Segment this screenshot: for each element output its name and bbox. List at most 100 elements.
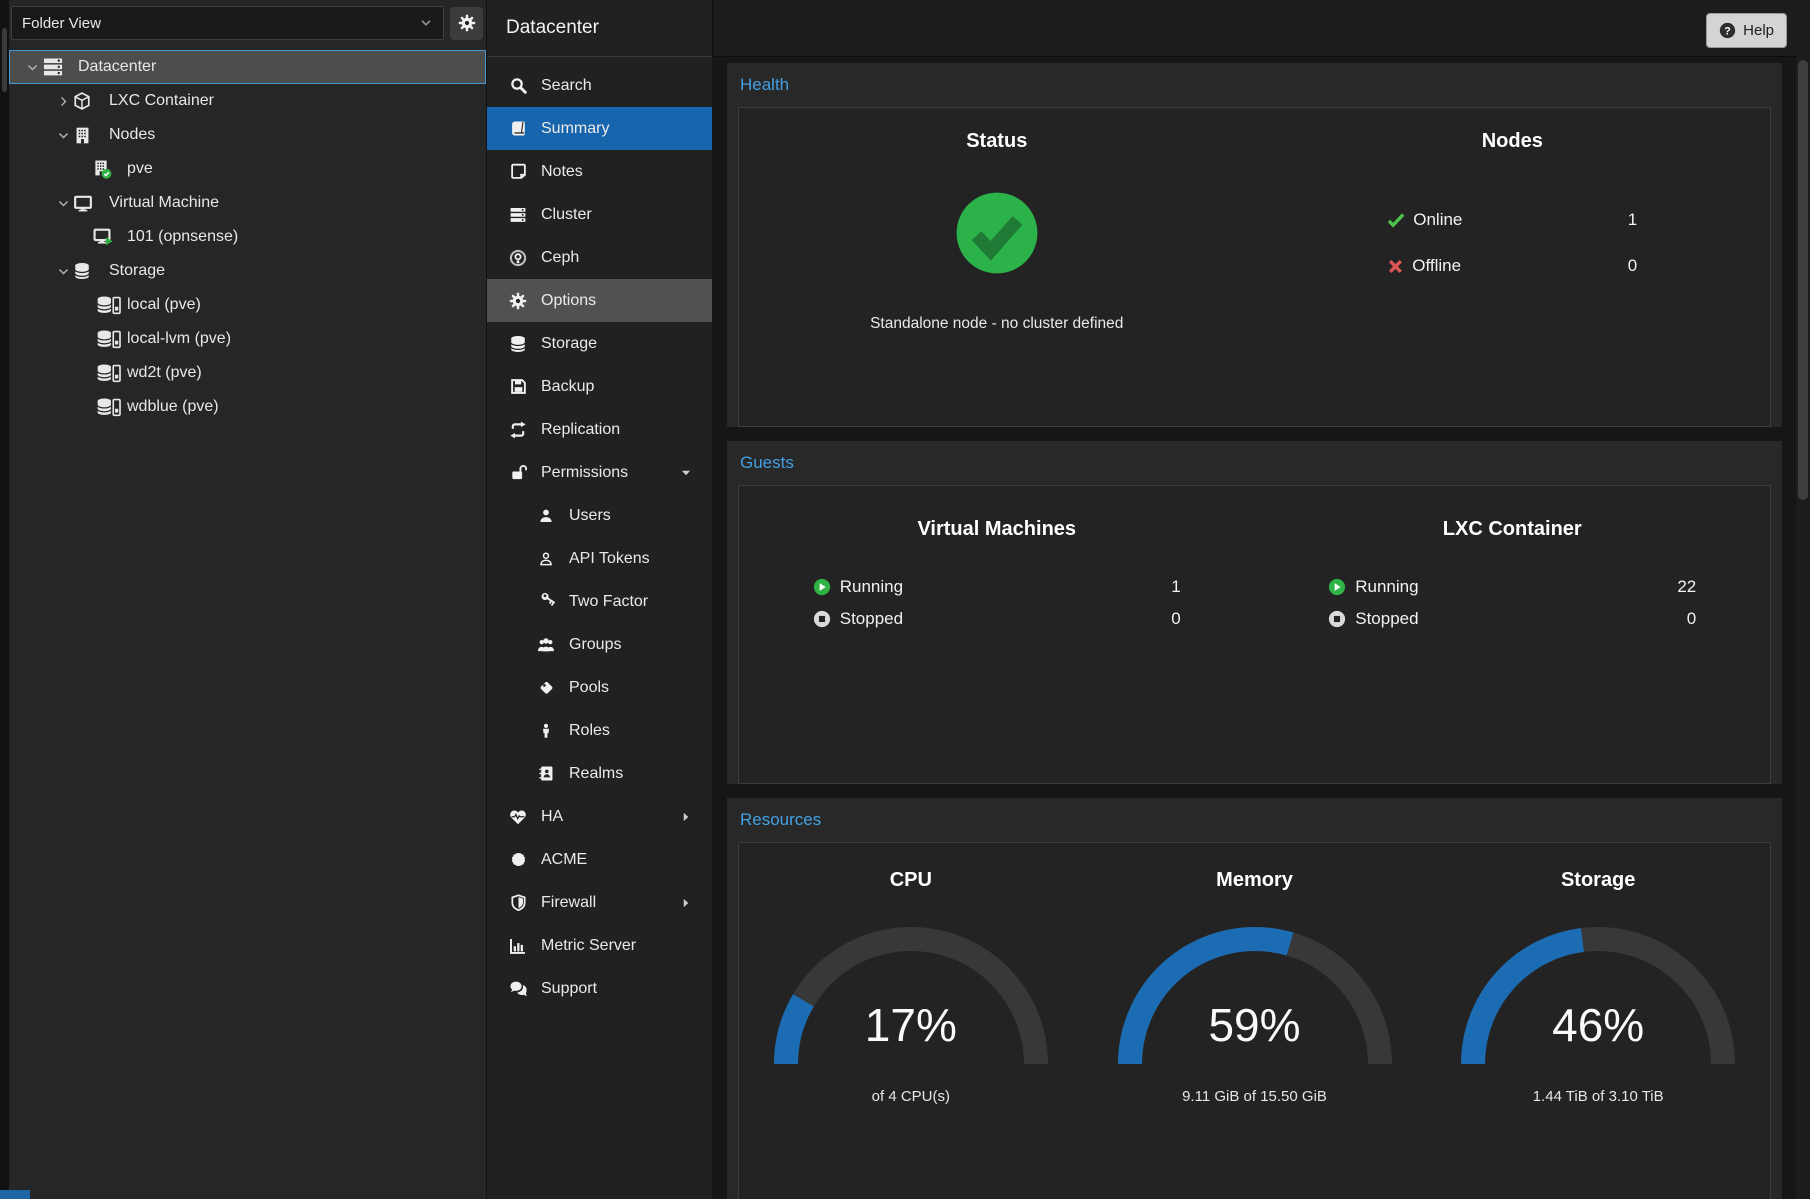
menu-item-replication[interactable]: Replication (487, 408, 712, 451)
status-heading: Status (966, 130, 1027, 153)
resource-tree: DatacenterLXC ContainerNodes pve Virtual M… (9, 50, 486, 424)
address-book-icon (536, 765, 556, 782)
user-icon (536, 508, 556, 524)
view-selector-dropdown[interactable]: Folder View (11, 6, 444, 40)
svg-text:?: ? (1724, 25, 1730, 37)
expander-chevron-down-icon[interactable] (53, 129, 73, 142)
gauge-title: Memory (1216, 869, 1293, 892)
vm-running-icon (91, 227, 119, 247)
storage-drive-icon (91, 397, 119, 417)
note-icon (508, 163, 528, 180)
tree-item-label: 101 (opnsense) (127, 228, 238, 246)
tree-item-local-pve[interactable]: local (pve) (9, 288, 486, 322)
menu-item-label: Cluster (541, 206, 592, 224)
help-button-label: Help (1743, 22, 1774, 39)
menu-item-permissions[interactable]: Permissions (487, 451, 712, 494)
stopped-icon (1328, 610, 1346, 628)
tree-item-lxc-container[interactable]: LXC Container (9, 84, 486, 118)
tree-item-pve[interactable]: pve (9, 152, 486, 186)
tree-settings-button[interactable] (450, 7, 483, 40)
tree-item-virtual-machine[interactable]: Virtual Machine (9, 186, 486, 220)
tree-item-label: Storage (109, 262, 165, 280)
expander-chevron-down-icon[interactable] (22, 61, 42, 74)
cross-icon (1387, 258, 1404, 275)
tree-item-wdblue-pve[interactable]: wdblue (pve) (9, 390, 486, 424)
menu-item-notes[interactable]: Notes (487, 150, 712, 193)
monitor-icon (73, 194, 93, 213)
menu-item-groups[interactable]: Groups (487, 623, 712, 666)
expander-chevron-right-icon[interactable] (53, 95, 73, 108)
menu-item-acme[interactable]: ACME (487, 838, 712, 881)
chevron-down-icon (26, 61, 39, 74)
left-scrollbar-thumb[interactable] (2, 28, 7, 92)
menu-item-label: Groups (569, 636, 621, 654)
gauge-caption: of 4 CPU(s) (872, 1088, 950, 1105)
menu-item-support[interactable]: Support (487, 967, 712, 1010)
status-message: Standalone node - no cluster defined (870, 315, 1123, 333)
user-outline-icon (536, 551, 556, 567)
check-icon (1387, 211, 1405, 229)
caret-right-icon (680, 811, 692, 823)
tree-item-nodes[interactable]: Nodes (9, 118, 486, 152)
menu-item-label: Support (541, 980, 597, 998)
tree-item-label: local (pve) (127, 296, 201, 314)
tree-item-datacenter[interactable]: Datacenter (9, 50, 486, 84)
menu-title: Datacenter (487, 0, 712, 57)
book-icon (510, 120, 527, 137)
cross-icon (1387, 258, 1404, 275)
user-outline-icon (538, 551, 554, 567)
content-scrollbar[interactable] (1796, 0, 1810, 1199)
tree-item-101-opnsense[interactable]: 101 (opnsense) (9, 220, 486, 254)
shield-icon (510, 894, 527, 911)
guest-row-value: 1 (1171, 577, 1180, 597)
tree-item-label: pve (127, 160, 153, 178)
expander-chevron-down-icon[interactable] (53, 197, 73, 210)
menu-item-ha[interactable]: HA (487, 795, 712, 838)
menu-item-label: HA (541, 808, 563, 826)
search-icon (510, 77, 527, 94)
menu-item-realms[interactable]: Realms (487, 752, 712, 795)
menu-item-label: Permissions (541, 464, 628, 482)
menu-item-ceph[interactable]: Ceph (487, 236, 712, 279)
help-button[interactable]: ? Help (1706, 13, 1787, 48)
menu-item-label: Ceph (541, 249, 579, 267)
guest-row-value: 0 (1171, 609, 1180, 629)
resource-gauge-memory: Memory59%9.11 GiB of 15.50 GiB (1083, 843, 1427, 1199)
menu-item-cluster[interactable]: Cluster (487, 193, 712, 236)
expander-chevron-down-icon[interactable] (53, 265, 73, 278)
summary-content: Health Status Standalone node - no clust… (714, 57, 1796, 1199)
ceph-icon (508, 249, 528, 267)
nodes-rows: Online1Offline0 (1387, 197, 1637, 289)
menu-item-two-factor[interactable]: Two Factor (487, 580, 712, 623)
gauge-arc: 59% (1107, 914, 1403, 1078)
menu-item-firewall[interactable]: Firewall (487, 881, 712, 924)
content-scrollbar-thumb[interactable] (1798, 60, 1808, 500)
bottom-left-accent (0, 1190, 30, 1199)
shield-icon (508, 894, 528, 911)
menu-item-users[interactable]: Users (487, 494, 712, 537)
menu-item-api-tokens[interactable]: API Tokens (487, 537, 712, 580)
menu-item-summary[interactable]: Summary (487, 107, 712, 150)
running-icon (1328, 578, 1346, 596)
node-status-label: Online (1413, 210, 1462, 230)
menu-item-label: Replication (541, 421, 620, 439)
menu-item-label: Search (541, 77, 592, 95)
menu-item-pools[interactable]: Pools (487, 666, 712, 709)
tree-item-local-lvm-pve[interactable]: local-lvm (pve) (9, 322, 486, 356)
menu-item-search[interactable]: Search (487, 64, 712, 107)
resource-tree-panel: Folder View DatacenterLXC ContainerNodes… (9, 0, 486, 1199)
tree-item-wd2t-pve[interactable]: wd2t (pve) (9, 356, 486, 390)
menu-item-backup[interactable]: Backup (487, 365, 712, 408)
gear-icon (458, 14, 476, 32)
menu-item-storage[interactable]: Storage (487, 322, 712, 365)
database-icon (73, 262, 91, 280)
tree-item-storage[interactable]: Storage (9, 254, 486, 288)
storage-drive-icon (91, 363, 121, 383)
guest-row-value: 22 (1677, 577, 1696, 597)
group-icon (537, 636, 555, 654)
menu-item-options[interactable]: Options (487, 279, 712, 322)
menu-item-roles[interactable]: Roles (487, 709, 712, 752)
menu-item-metric-server[interactable]: Metric Server (487, 924, 712, 967)
chart-icon (509, 937, 527, 955)
resource-gauge-storage: Storage46%1.44 TiB of 3.10 TiB (1426, 843, 1770, 1199)
